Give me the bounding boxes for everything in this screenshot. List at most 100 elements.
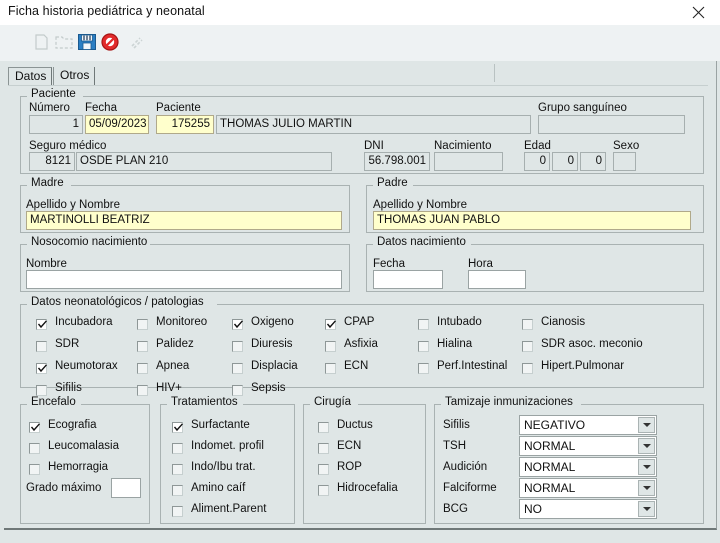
neonat-c3-checkbox-2[interactable]	[325, 363, 336, 374]
encefalo-checkbox-0[interactable]	[29, 422, 40, 433]
paciente-nombre-field[interactable]: THOMAS JULIO MARTIN	[216, 115, 531, 134]
close-window-button[interactable]	[676, 0, 720, 24]
tratamientos-label-4[interactable]: Aliment.Parent	[191, 503, 266, 515]
nac-fecha-field[interactable]	[373, 270, 443, 289]
cirugia-checkbox-0[interactable]	[318, 422, 329, 433]
cirugia-checkbox-3[interactable]	[318, 485, 329, 496]
tratamientos-label-0[interactable]: Surfactante	[191, 419, 250, 431]
cirugia-label-1[interactable]: ECN	[337, 440, 361, 452]
chevron-down-icon[interactable]	[638, 459, 655, 475]
tratamientos-checkbox-2[interactable]	[172, 464, 183, 475]
numero-field[interactable]: 1	[29, 115, 83, 134]
neonat-c4-checkbox-2[interactable]	[418, 363, 429, 374]
neonat-c4-label-0[interactable]: Intubado	[437, 316, 482, 328]
seguro-id-field[interactable]: 8121	[29, 152, 75, 171]
neonat-c0-label-3[interactable]: Sifilis	[55, 382, 82, 394]
tratamientos-label-3[interactable]: Amino caíf	[191, 482, 245, 494]
neonat-c3-label-1[interactable]: Asfixia	[344, 338, 378, 350]
tamizaje-select-3[interactable]: NORMAL	[519, 478, 657, 498]
chevron-down-icon[interactable]	[638, 501, 655, 517]
cirugia-label-3[interactable]: Hidrocefalia	[337, 482, 398, 494]
neonat-c2-checkbox-0[interactable]	[232, 319, 243, 330]
padre-apellido-field[interactable]: THOMAS JUAN PABLO	[373, 211, 691, 230]
tab-datos[interactable]: Datos	[8, 67, 52, 85]
seguro-nombre-field[interactable]: OSDE PLAN 210	[76, 152, 332, 171]
neonat-c1-label-3[interactable]: HIV+	[156, 382, 182, 394]
neonat-c5-checkbox-1[interactable]	[522, 341, 533, 352]
dni-field[interactable]: 56.798.001	[364, 152, 430, 171]
neonat-c0-label-1[interactable]: SDR	[55, 338, 79, 350]
edad-dias-field[interactable]: 0	[580, 152, 606, 171]
neonat-c4-label-1[interactable]: Hialina	[437, 338, 472, 350]
edad-meses-field[interactable]: 0	[552, 152, 578, 171]
neonat-c1-checkbox-3[interactable]	[137, 385, 148, 396]
neonat-c0-checkbox-1[interactable]	[36, 341, 47, 352]
neonat-c1-label-0[interactable]: Monitoreo	[156, 316, 207, 328]
encefalo-label-2[interactable]: Hemorragia	[48, 461, 108, 473]
neonat-c5-label-1[interactable]: SDR asoc. meconio	[541, 338, 643, 350]
nacimiento-field[interactable]	[434, 152, 503, 171]
sexo-field[interactable]	[613, 152, 636, 171]
neonat-c5-checkbox-2[interactable]	[522, 363, 533, 374]
neonat-c2-checkbox-1[interactable]	[232, 341, 243, 352]
tratamientos-checkbox-4[interactable]	[172, 506, 183, 517]
neonat-c3-checkbox-1[interactable]	[325, 341, 336, 352]
neonat-c0-label-2[interactable]: Neumotorax	[55, 360, 118, 372]
cirugia-checkbox-2[interactable]	[318, 464, 329, 475]
neonat-c4-checkbox-0[interactable]	[418, 319, 429, 330]
tamizaje-select-4[interactable]: NO	[519, 499, 657, 519]
neonat-c5-label-2[interactable]: Hipert.Pulmonar	[541, 360, 624, 372]
neonat-c0-checkbox-3[interactable]	[36, 385, 47, 396]
neonat-c5-checkbox-0[interactable]	[522, 319, 533, 330]
madre-apellido-field[interactable]: MARTINOLLI BEATRIZ	[26, 211, 342, 230]
tratamientos-label-2[interactable]: Indo/Ibu trat.	[191, 461, 256, 473]
neonat-c4-checkbox-1[interactable]	[418, 341, 429, 352]
tratamientos-checkbox-3[interactable]	[172, 485, 183, 496]
neonat-c2-label-2[interactable]: Displacia	[251, 360, 298, 372]
encefalo-label-1[interactable]: Leucomalasia	[48, 440, 119, 452]
tamizaje-select-2[interactable]: NORMAL	[519, 457, 657, 477]
grado-maximo-field[interactable]	[111, 478, 141, 498]
neonat-c4-label-2[interactable]: Perf.Intestinal	[437, 360, 507, 372]
neonat-c3-label-2[interactable]: ECN	[344, 360, 368, 372]
tratamientos-checkbox-0[interactable]	[172, 422, 183, 433]
edad-anos-field[interactable]: 0	[524, 152, 550, 171]
paciente-id-field[interactable]: 175255	[156, 115, 214, 134]
cirugia-label-2[interactable]: ROP	[337, 461, 362, 473]
neonat-c3-checkbox-0[interactable]	[325, 319, 336, 330]
nac-hora-field[interactable]	[468, 270, 526, 289]
cirugia-label-0[interactable]: Ductus	[337, 419, 373, 431]
encefalo-checkbox-1[interactable]	[29, 443, 40, 454]
tamizaje-select-0[interactable]: NEGATIVO	[519, 415, 657, 435]
grupo-sanguineo-field[interactable]	[538, 115, 685, 134]
neonat-c1-checkbox-1[interactable]	[137, 341, 148, 352]
tratamientos-checkbox-1[interactable]	[172, 443, 183, 454]
encefalo-checkbox-2[interactable]	[29, 464, 40, 475]
delete-icon[interactable]	[124, 30, 148, 54]
cancel-icon[interactable]	[98, 30, 122, 54]
cirugia-checkbox-1[interactable]	[318, 443, 329, 454]
chevron-down-icon[interactable]	[638, 438, 655, 454]
neonat-c1-checkbox-2[interactable]	[137, 363, 148, 374]
neonat-c2-checkbox-3[interactable]	[232, 385, 243, 396]
chevron-down-icon[interactable]	[638, 417, 655, 433]
neonat-c1-label-2[interactable]: Apnea	[156, 360, 189, 372]
tamizaje-select-1[interactable]: NORMAL	[519, 436, 657, 456]
neonat-c2-checkbox-2[interactable]	[232, 363, 243, 374]
neonat-c1-checkbox-0[interactable]	[137, 319, 148, 330]
neonat-c2-label-3[interactable]: Sepsis	[251, 382, 286, 394]
fecha-field[interactable]: 05/09/2023	[85, 115, 149, 134]
neonat-c0-checkbox-0[interactable]	[36, 319, 47, 330]
tratamientos-label-1[interactable]: Indomet. profil	[191, 440, 264, 452]
save-icon[interactable]	[75, 30, 99, 54]
open-folder-icon[interactable]	[52, 30, 76, 54]
new-record-icon[interactable]	[29, 30, 53, 54]
neonat-c0-checkbox-2[interactable]	[36, 363, 47, 374]
neonat-c1-label-1[interactable]: Palidez	[156, 338, 194, 350]
encefalo-label-0[interactable]: Ecografia	[48, 419, 97, 431]
neonat-c0-label-0[interactable]: Incubadora	[55, 316, 113, 328]
neonat-c5-label-0[interactable]: Cianosis	[541, 316, 585, 328]
neonat-c2-label-1[interactable]: Diuresis	[251, 338, 293, 350]
neonat-c2-label-0[interactable]: Oxigeno	[251, 316, 294, 328]
nosocomio-nombre-field[interactable]	[26, 270, 342, 289]
